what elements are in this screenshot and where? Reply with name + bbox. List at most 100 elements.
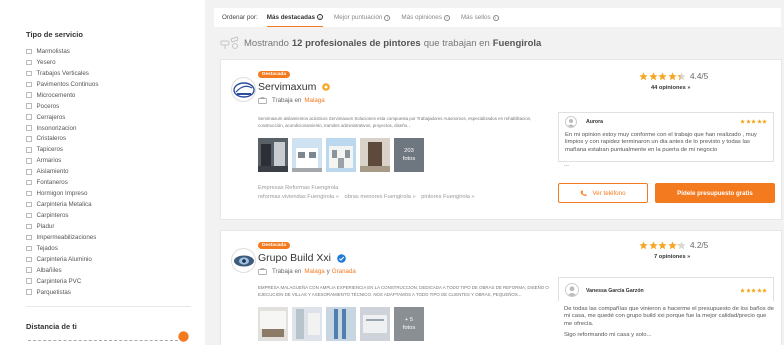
checkbox-icon[interactable] [26,256,32,263]
checkbox-icon[interactable] [26,103,32,109]
service-filter-option[interactable]: Microcemento [26,90,205,101]
work-photo[interactable] [360,307,390,341]
work-photo[interactable] [360,138,390,172]
service-filter-option[interactable]: Pavimentos Continuos [26,79,205,90]
photo-strip[interactable]: 203 fotos [258,138,424,172]
checkbox-icon[interactable] [26,59,32,66]
professional-name-row[interactable]: Grupo Build Xxi [258,252,346,264]
service-filter-option[interactable]: Tapiceros [26,144,205,155]
view-phone-button[interactable]: Ver teléfono [558,183,648,203]
photo-strip[interactable]: + 5 fotos [258,307,424,341]
checkbox-icon[interactable] [26,278,32,284]
location-link[interactable]: Malaga [304,97,324,104]
filters-sidebar: Tipo de servicio Marmolistas Yesero Trabaj… [0,0,205,345]
service-filter-label: Albañiles [36,266,62,274]
checkbox-icon[interactable] [26,234,32,241]
checkbox-icon[interactable] [26,190,32,197]
related-link[interactable]: Empresas Reformas Fuengirola [258,185,338,191]
service-filter-option[interactable]: Impermeabilizaciones [26,232,205,243]
star-icon [658,72,667,81]
location-row: Trabaja en Malaga y Granada [258,268,356,275]
service-filter-option[interactable]: Cerrajeros [26,112,205,123]
sort-most-featured[interactable]: Más destacadas i [266,8,324,27]
related-link[interactable]: pintores Fuengirola » [421,194,474,200]
service-filter-label: Trabajos Verticales [36,69,89,77]
service-filter-option[interactable]: Hormigon Impreso [26,188,205,199]
more-photos[interactable]: 203 fotos [394,138,424,172]
summary-city: Fuengirola [492,37,542,49]
service-filter-option[interactable]: Tejados [26,243,205,254]
checkbox-icon[interactable] [26,201,32,208]
checkbox-icon[interactable] [26,81,32,88]
opinions-link[interactable]: 7 opiniones » [654,254,690,260]
service-filter-option[interactable]: Carpinteria PVC [26,276,205,287]
service-filter-option[interactable]: Albañiles [26,265,205,276]
work-photo[interactable] [292,307,322,341]
distance-slider[interactable] [26,336,186,345]
checkbox-icon[interactable] [26,114,32,120]
service-filter-option[interactable]: Insonorizacion [26,123,205,134]
work-photo[interactable] [258,307,288,341]
location-link[interactable]: Granada [332,268,356,275]
review-box: Vanessa García Garzón [558,277,774,301]
star-icon [751,288,756,293]
featured-badge: Destacada [258,242,290,249]
service-filter-option[interactable]: Aislamiento [26,166,205,177]
service-filter-option[interactable]: Marmolistas [26,46,205,57]
professional-card: Destacada Grupo Build Xxi Trabaja en Mal… [220,230,782,345]
service-filter-option[interactable]: Carpinteria Metalica [26,199,205,210]
more-photos-count: + 5 [404,317,414,323]
checkbox-icon[interactable] [26,70,32,77]
service-filter-option[interactable]: Cristaleros [26,134,205,145]
service-filter-option[interactable]: Carpinteros [26,210,205,221]
company-logo[interactable] [231,248,256,273]
service-filter-option[interactable]: Pladur [26,221,205,232]
service-filter-label: Parquetistas [36,288,71,296]
work-photo[interactable] [326,307,356,341]
service-filter-option[interactable]: Trabajos Verticales [26,68,205,79]
service-filter-option[interactable]: Carpinteria Aluminio [26,254,205,265]
work-photo[interactable] [326,138,356,172]
sort-option-label: Mejor puntuación [334,14,383,21]
rating-row[interactable]: 4.2/5 [639,241,708,250]
professional-name[interactable]: Grupo Build Xxi [258,252,331,264]
service-filter-option[interactable]: Armarios [26,155,205,166]
rating-row[interactable]: 4.4/5 [639,72,708,81]
checkbox-icon[interactable] [26,158,32,164]
work-photo[interactable] [258,138,288,172]
related-link[interactable]: obras menores Fuengirola » [345,194,416,200]
opinions-link[interactable]: 44 opiniones » [651,85,691,91]
service-filter-option[interactable]: Fontaneros [26,177,205,188]
service-filter-option[interactable]: Yesero [26,57,205,68]
request-quote-button[interactable]: Pídele presupuesto gratis [655,183,775,203]
related-link[interactable]: reformas viviendas Fuengirola » [258,194,339,200]
sort-best-rating[interactable]: Mejor puntuación i [334,8,391,27]
service-filter-option[interactable]: Parquetistas [26,287,205,298]
location-link[interactable]: Malaga [304,268,324,275]
checkbox-icon[interactable] [26,267,32,273]
sort-most-opinions[interactable]: Más opiniones i [401,8,450,27]
professional-name-row[interactable]: Servimaxum [258,81,331,93]
company-logo[interactable] [231,77,256,102]
checkbox-icon[interactable] [26,92,32,98]
checkbox-icon[interactable] [26,179,32,186]
checkbox-icon[interactable] [26,147,32,153]
review-ellipsis: Sigo reformando mi casa y solo... [564,332,652,338]
checkbox-icon[interactable] [26,169,32,175]
star-icon [639,241,648,250]
checkbox-icon[interactable] [26,125,32,131]
sort-most-seals[interactable]: Más sellos i [461,8,499,27]
work-photo[interactable] [292,138,322,172]
checkbox-icon[interactable] [26,245,32,252]
checkbox-icon[interactable] [26,212,32,219]
checkbox-icon[interactable] [26,223,32,230]
checkbox-icon[interactable] [26,289,32,295]
avatar-icon [565,116,577,128]
service-filter-option[interactable]: Poceros [26,101,205,112]
checkbox-icon[interactable] [26,48,32,55]
more-photos[interactable]: + 5 fotos [394,307,424,341]
professional-name[interactable]: Servimaxum [258,81,316,93]
checkbox-icon[interactable] [26,136,32,142]
service-filter-label: Carpinteria Aluminio [36,255,92,263]
slider-knob-icon[interactable] [178,329,189,345]
